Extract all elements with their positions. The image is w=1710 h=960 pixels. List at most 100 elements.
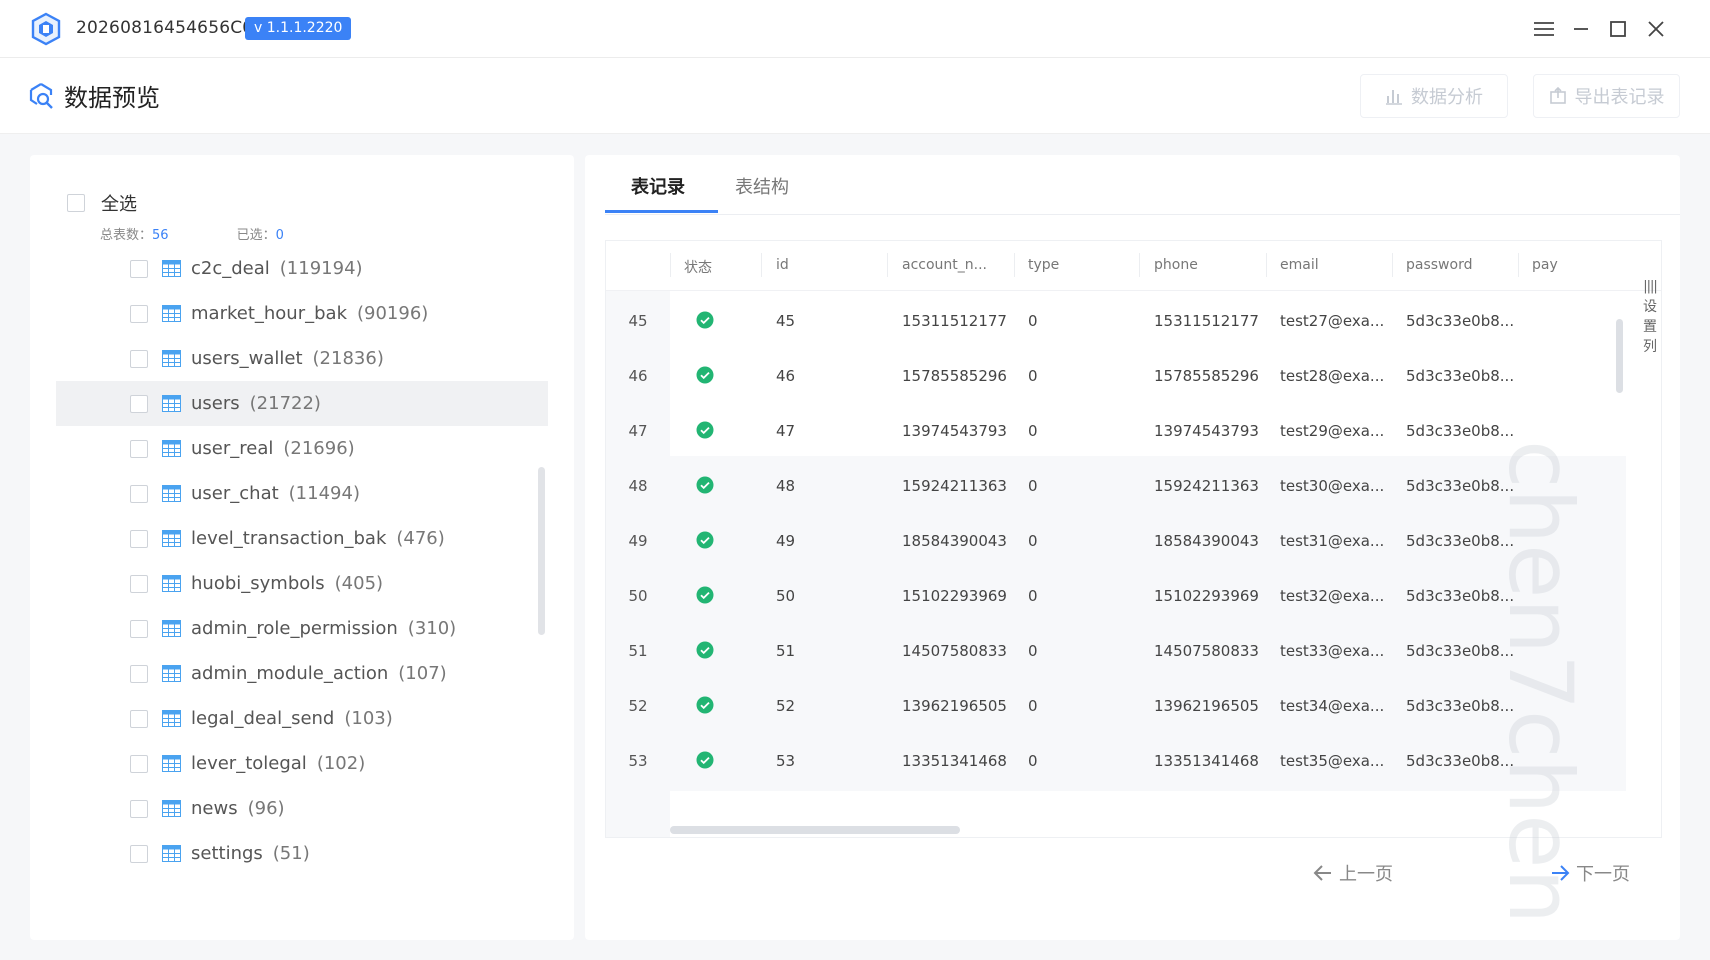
table-tree-item[interactable]: c2c_deal (119194) xyxy=(56,246,548,291)
cell-type[interactable]: 0 xyxy=(1028,312,1038,330)
column-header-password[interactable]: password xyxy=(1406,257,1472,273)
cell-id[interactable]: 51 xyxy=(776,642,795,660)
table-tree-item[interactable]: legal_deal_send (103) xyxy=(56,696,548,741)
table-tree-scrollbar[interactable] xyxy=(538,467,545,635)
table-tree-item[interactable]: level_transaction_bak (476) xyxy=(56,516,548,561)
table-checkbox[interactable] xyxy=(130,529,148,548)
table-tree-item[interactable]: settings (51) xyxy=(56,831,548,876)
table-tree-item[interactable]: huobi_symbols (405) xyxy=(56,561,548,606)
menu-button[interactable] xyxy=(1531,16,1557,42)
tab-table-records[interactable]: 表记录 xyxy=(631,173,685,199)
table-row[interactable]: 53 53 13351341468 0 13351341468 test35@exa...… xyxy=(606,731,1626,791)
table-row[interactable]: 47 47 13974543793 0 13974543793 test29@exa...… xyxy=(606,401,1626,461)
column-header-pay[interactable]: pay xyxy=(1532,257,1558,273)
cell-phone[interactable]: 13974543793 xyxy=(1154,422,1259,440)
cell-email[interactable]: test32@exa... xyxy=(1280,587,1384,605)
minimize-button[interactable] xyxy=(1568,16,1594,42)
select-all[interactable]: 全选 xyxy=(67,190,137,216)
cell-email[interactable]: test34@exa... xyxy=(1280,697,1384,715)
cell-id[interactable]: 45 xyxy=(776,312,795,330)
table-checkbox[interactable] xyxy=(130,664,148,683)
cell-account[interactable]: 18584390043 xyxy=(902,532,1007,550)
cell-password[interactable]: 5d3c33e0b8... xyxy=(1406,312,1514,330)
cell-account[interactable]: 15785585296 xyxy=(902,367,1007,385)
grid-vertical-scrollbar[interactable] xyxy=(1616,319,1623,393)
prev-page-button[interactable]: 上一页 xyxy=(1313,860,1393,886)
cell-type[interactable]: 0 xyxy=(1028,367,1038,385)
cell-account[interactable]: 15102293969 xyxy=(902,587,1007,605)
cell-password[interactable]: 5d3c33e0b8... xyxy=(1406,642,1514,660)
table-checkbox[interactable] xyxy=(130,259,148,278)
cell-account[interactable]: 15311512177 xyxy=(902,312,1007,330)
export-records-button[interactable]: 导出表记录 xyxy=(1533,74,1680,118)
table-tree-item[interactable]: user_real (21696) xyxy=(56,426,548,471)
cell-account[interactable]: 15924211363 xyxy=(902,477,1007,495)
column-header-id[interactable]: id xyxy=(776,257,789,273)
table-checkbox[interactable] xyxy=(130,709,148,728)
cell-account[interactable]: 14507580833 xyxy=(902,642,1007,660)
cell-id[interactable]: 47 xyxy=(776,422,795,440)
cell-phone[interactable]: 13351341468 xyxy=(1154,752,1259,770)
cell-type[interactable]: 0 xyxy=(1028,697,1038,715)
table-checkbox[interactable] xyxy=(130,754,148,773)
data-analysis-button[interactable]: 数据分析 xyxy=(1360,74,1508,118)
table-checkbox[interactable] xyxy=(130,619,148,638)
cell-id[interactable]: 53 xyxy=(776,752,795,770)
cell-id[interactable]: 50 xyxy=(776,587,795,605)
table-row[interactable]: 52 52 13962196505 0 13962196505 test34@exa...… xyxy=(606,676,1626,736)
cell-account[interactable]: 13351341468 xyxy=(902,752,1007,770)
close-button[interactable] xyxy=(1643,16,1669,42)
set-columns-button[interactable]: |||| 设 置 列 xyxy=(1638,277,1661,357)
cell-phone[interactable]: 15785585296 xyxy=(1154,367,1259,385)
cell-phone[interactable]: 15102293969 xyxy=(1154,587,1259,605)
cell-type[interactable]: 0 xyxy=(1028,752,1038,770)
table-row[interactable]: 46 46 15785585296 0 15785585296 test28@exa...… xyxy=(606,346,1626,406)
table-checkbox[interactable] xyxy=(130,799,148,818)
cell-id[interactable]: 46 xyxy=(776,367,795,385)
table-row[interactable]: 45 45 15311512177 0 15311512177 test27@exa...… xyxy=(606,291,1626,351)
table-checkbox[interactable] xyxy=(130,439,148,458)
cell-type[interactable]: 0 xyxy=(1028,477,1038,495)
cell-type[interactable]: 0 xyxy=(1028,422,1038,440)
cell-password[interactable]: 5d3c33e0b8... xyxy=(1406,697,1514,715)
cell-phone[interactable]: 13962196505 xyxy=(1154,697,1259,715)
table-tree-item[interactable]: admin_role_permission (310) xyxy=(56,606,548,651)
table-row[interactable]: 48 48 15924211363 0 15924211363 test30@exa...… xyxy=(606,456,1626,516)
table-tree-item[interactable]: users_wallet (21836) xyxy=(56,336,548,381)
next-page-button[interactable]: 下一页 xyxy=(1550,860,1630,886)
cell-type[interactable]: 0 xyxy=(1028,642,1038,660)
cell-email[interactable]: test35@exa... xyxy=(1280,752,1384,770)
column-header-status[interactable]: 状态 xyxy=(684,257,712,277)
cell-password[interactable]: 5d3c33e0b8... xyxy=(1406,752,1514,770)
cell-id[interactable]: 49 xyxy=(776,532,795,550)
column-header-email[interactable]: email xyxy=(1280,257,1319,273)
cell-account[interactable]: 13962196505 xyxy=(902,697,1007,715)
cell-type[interactable]: 0 xyxy=(1028,532,1038,550)
cell-password[interactable]: 5d3c33e0b8... xyxy=(1406,367,1514,385)
table-tree-item[interactable]: users (21722) xyxy=(56,381,548,426)
select-all-checkbox[interactable] xyxy=(67,194,85,212)
table-tree-item[interactable]: market_hour_bak (90196) xyxy=(56,291,548,336)
cell-email[interactable]: test27@exa... xyxy=(1280,312,1384,330)
cell-phone[interactable]: 14507580833 xyxy=(1154,642,1259,660)
table-checkbox[interactable] xyxy=(130,394,148,413)
cell-email[interactable]: test30@exa... xyxy=(1280,477,1384,495)
table-tree-item[interactable]: admin_module_action (107) xyxy=(56,651,548,696)
cell-email[interactable]: test28@exa... xyxy=(1280,367,1384,385)
table-checkbox[interactable] xyxy=(130,349,148,368)
tab-table-structure[interactable]: 表结构 xyxy=(735,173,789,199)
table-checkbox[interactable] xyxy=(130,484,148,503)
table-row[interactable]: 50 50 15102293969 0 15102293969 test32@exa...… xyxy=(606,566,1626,626)
cell-phone[interactable]: 18584390043 xyxy=(1154,532,1259,550)
cell-password[interactable]: 5d3c33e0b8... xyxy=(1406,422,1514,440)
table-tree[interactable]: legal_deal(102704)c2c_deal(119194)market… xyxy=(56,241,572,921)
grid-horizontal-scrollbar[interactable] xyxy=(670,826,960,834)
cell-type[interactable]: 0 xyxy=(1028,587,1038,605)
table-row[interactable]: 49 49 18584390043 0 18584390043 test31@exa...… xyxy=(606,511,1626,571)
column-header-phone[interactable]: phone xyxy=(1154,257,1198,273)
cell-password[interactable]: 5d3c33e0b8... xyxy=(1406,477,1514,495)
column-header-type[interactable]: type xyxy=(1028,257,1059,273)
maximize-button[interactable] xyxy=(1605,16,1631,42)
column-header-account[interactable]: account_n... xyxy=(902,257,987,273)
table-tree-item[interactable]: lever_tolegal (102) xyxy=(56,741,548,786)
